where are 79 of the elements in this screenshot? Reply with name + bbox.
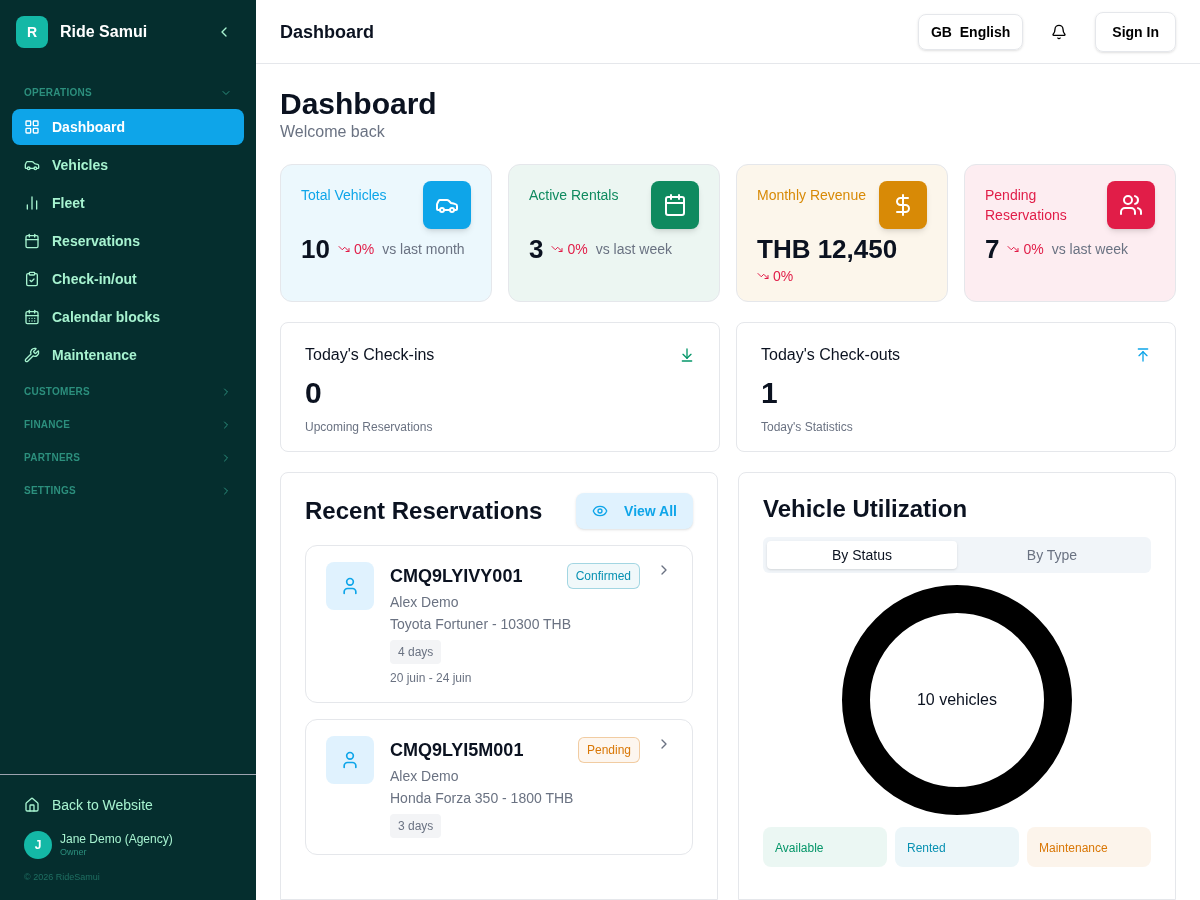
reservation-code: CMQ9LYIVY001 bbox=[390, 565, 523, 588]
clipboard-check-icon bbox=[24, 271, 40, 287]
sidebar-item[interactable]: Maintenance bbox=[12, 337, 244, 373]
trend-comparison: vs last week bbox=[595, 240, 672, 260]
sidebar-item[interactable]: Reservations bbox=[12, 223, 244, 259]
vehicle-price: Toyota Fortuner - 10300 THB bbox=[390, 615, 573, 634]
sidebar-item[interactable]: Vehicles bbox=[12, 147, 244, 183]
date-range: 20 juin - 24 juin bbox=[390, 670, 473, 686]
bar-chart-icon bbox=[24, 195, 40, 211]
section-header[interactable]: PARTNERS bbox=[12, 441, 244, 474]
page-subtitle: Welcome back bbox=[280, 122, 386, 142]
stat-label: Total Vehicles bbox=[301, 186, 387, 205]
sidebar-item[interactable]: Check-in/out bbox=[12, 261, 244, 297]
user-role: Owner bbox=[60, 846, 88, 859]
trend: 0% bbox=[337, 239, 375, 260]
download-icon bbox=[679, 347, 695, 363]
trend-comparison: vs last week bbox=[1051, 240, 1128, 260]
stat-value: 3 bbox=[529, 233, 544, 266]
page-title: Dashboard bbox=[280, 88, 438, 120]
trend: 0% bbox=[1007, 239, 1044, 260]
reservation-card[interactable]: CMQ9LYI5M001 Pending Alex Demo Honda Forza 350 - 1800 THB 3 days bbox=[305, 719, 693, 855]
stat-label: Monthly Revenue bbox=[757, 186, 866, 205]
grid-icon bbox=[24, 119, 40, 135]
user-icon bbox=[340, 576, 360, 596]
status-badge: Confirmed bbox=[566, 563, 640, 589]
users-icon bbox=[1119, 193, 1143, 217]
tab[interactable]: By Status bbox=[767, 541, 957, 569]
tab[interactable]: By Type bbox=[957, 541, 1147, 569]
stat-label: Active Rentals bbox=[529, 186, 619, 205]
avatar: J bbox=[24, 830, 52, 859]
stat-value: THB 12,450 bbox=[757, 233, 898, 266]
summary-caption: Today's Statistics bbox=[761, 419, 854, 435]
duration-badge: 4 days bbox=[390, 640, 442, 664]
summary-value: 1 bbox=[761, 375, 779, 411]
summary-title: Today's Check-ins bbox=[305, 345, 435, 365]
summary-value: 0 bbox=[305, 375, 323, 411]
user-icon bbox=[340, 750, 360, 770]
logo: R bbox=[16, 16, 48, 48]
calendar-icon bbox=[24, 233, 40, 249]
notification-icon[interactable] bbox=[1051, 23, 1068, 40]
stat-value: 10 bbox=[301, 233, 330, 266]
status-label: Available bbox=[775, 841, 824, 855]
section-header[interactable]: SETTINGS bbox=[12, 474, 244, 507]
calendar-icon bbox=[24, 309, 40, 325]
user-name: Jane Demo (Agency) bbox=[60, 830, 173, 847]
sidebar-item[interactable]: Fleet bbox=[12, 185, 244, 221]
duration-badge: 3 days bbox=[390, 814, 442, 838]
eye-icon bbox=[592, 503, 609, 519]
stat-label: Pending Reservations bbox=[985, 186, 1068, 225]
home-icon bbox=[24, 796, 40, 813]
back-link[interactable]: Back to Website bbox=[24, 794, 232, 815]
wrench-icon bbox=[24, 347, 40, 363]
panel-title: Recent Reservations bbox=[305, 496, 543, 526]
vehicle-price: Honda Forza 350 - 1800 THB bbox=[390, 789, 575, 808]
trend: 0% bbox=[757, 265, 794, 286]
brand-name: Ride Samui bbox=[60, 22, 149, 42]
trend: 0% bbox=[551, 239, 588, 260]
section-header[interactable]: FINANCE bbox=[12, 408, 244, 441]
status-label: Rented bbox=[907, 841, 946, 855]
language-button[interactable]: GB English bbox=[918, 13, 1024, 50]
customer-name: Alex Demo bbox=[390, 767, 460, 786]
summary-caption: Upcoming Reservations bbox=[305, 419, 434, 435]
calendar-icon bbox=[663, 193, 687, 217]
section-header[interactable]: OPERATIONS bbox=[12, 76, 244, 109]
sign-in-button[interactable]: Sign In bbox=[1095, 11, 1176, 52]
reservation-card[interactable]: CMQ9LYIVY001 Confirmed Alex Demo Toyota Fortuner - 10300 THB 4 days 20 juin - 24 juin bbox=[305, 545, 693, 703]
status-label: Maintenance bbox=[1039, 841, 1108, 855]
donut-center-label: 10 vehicles bbox=[916, 690, 997, 710]
upload-icon bbox=[1135, 347, 1151, 363]
section-header[interactable]: CUSTOMERS bbox=[12, 375, 244, 408]
stat-value: 7 bbox=[985, 233, 1000, 266]
summary-title: Today's Check-outs bbox=[761, 345, 901, 365]
sidebar-item[interactable]: Calendar blocks bbox=[12, 299, 244, 335]
status-badge: Pending bbox=[577, 737, 640, 763]
customer-name: Alex Demo bbox=[390, 593, 460, 612]
header-title: Dashboard bbox=[280, 20, 376, 44]
trend-comparison: vs last month bbox=[382, 240, 465, 260]
reservation-code: CMQ9LYI5M001 bbox=[390, 739, 524, 762]
panel-title: Vehicle Utilization bbox=[763, 494, 969, 524]
